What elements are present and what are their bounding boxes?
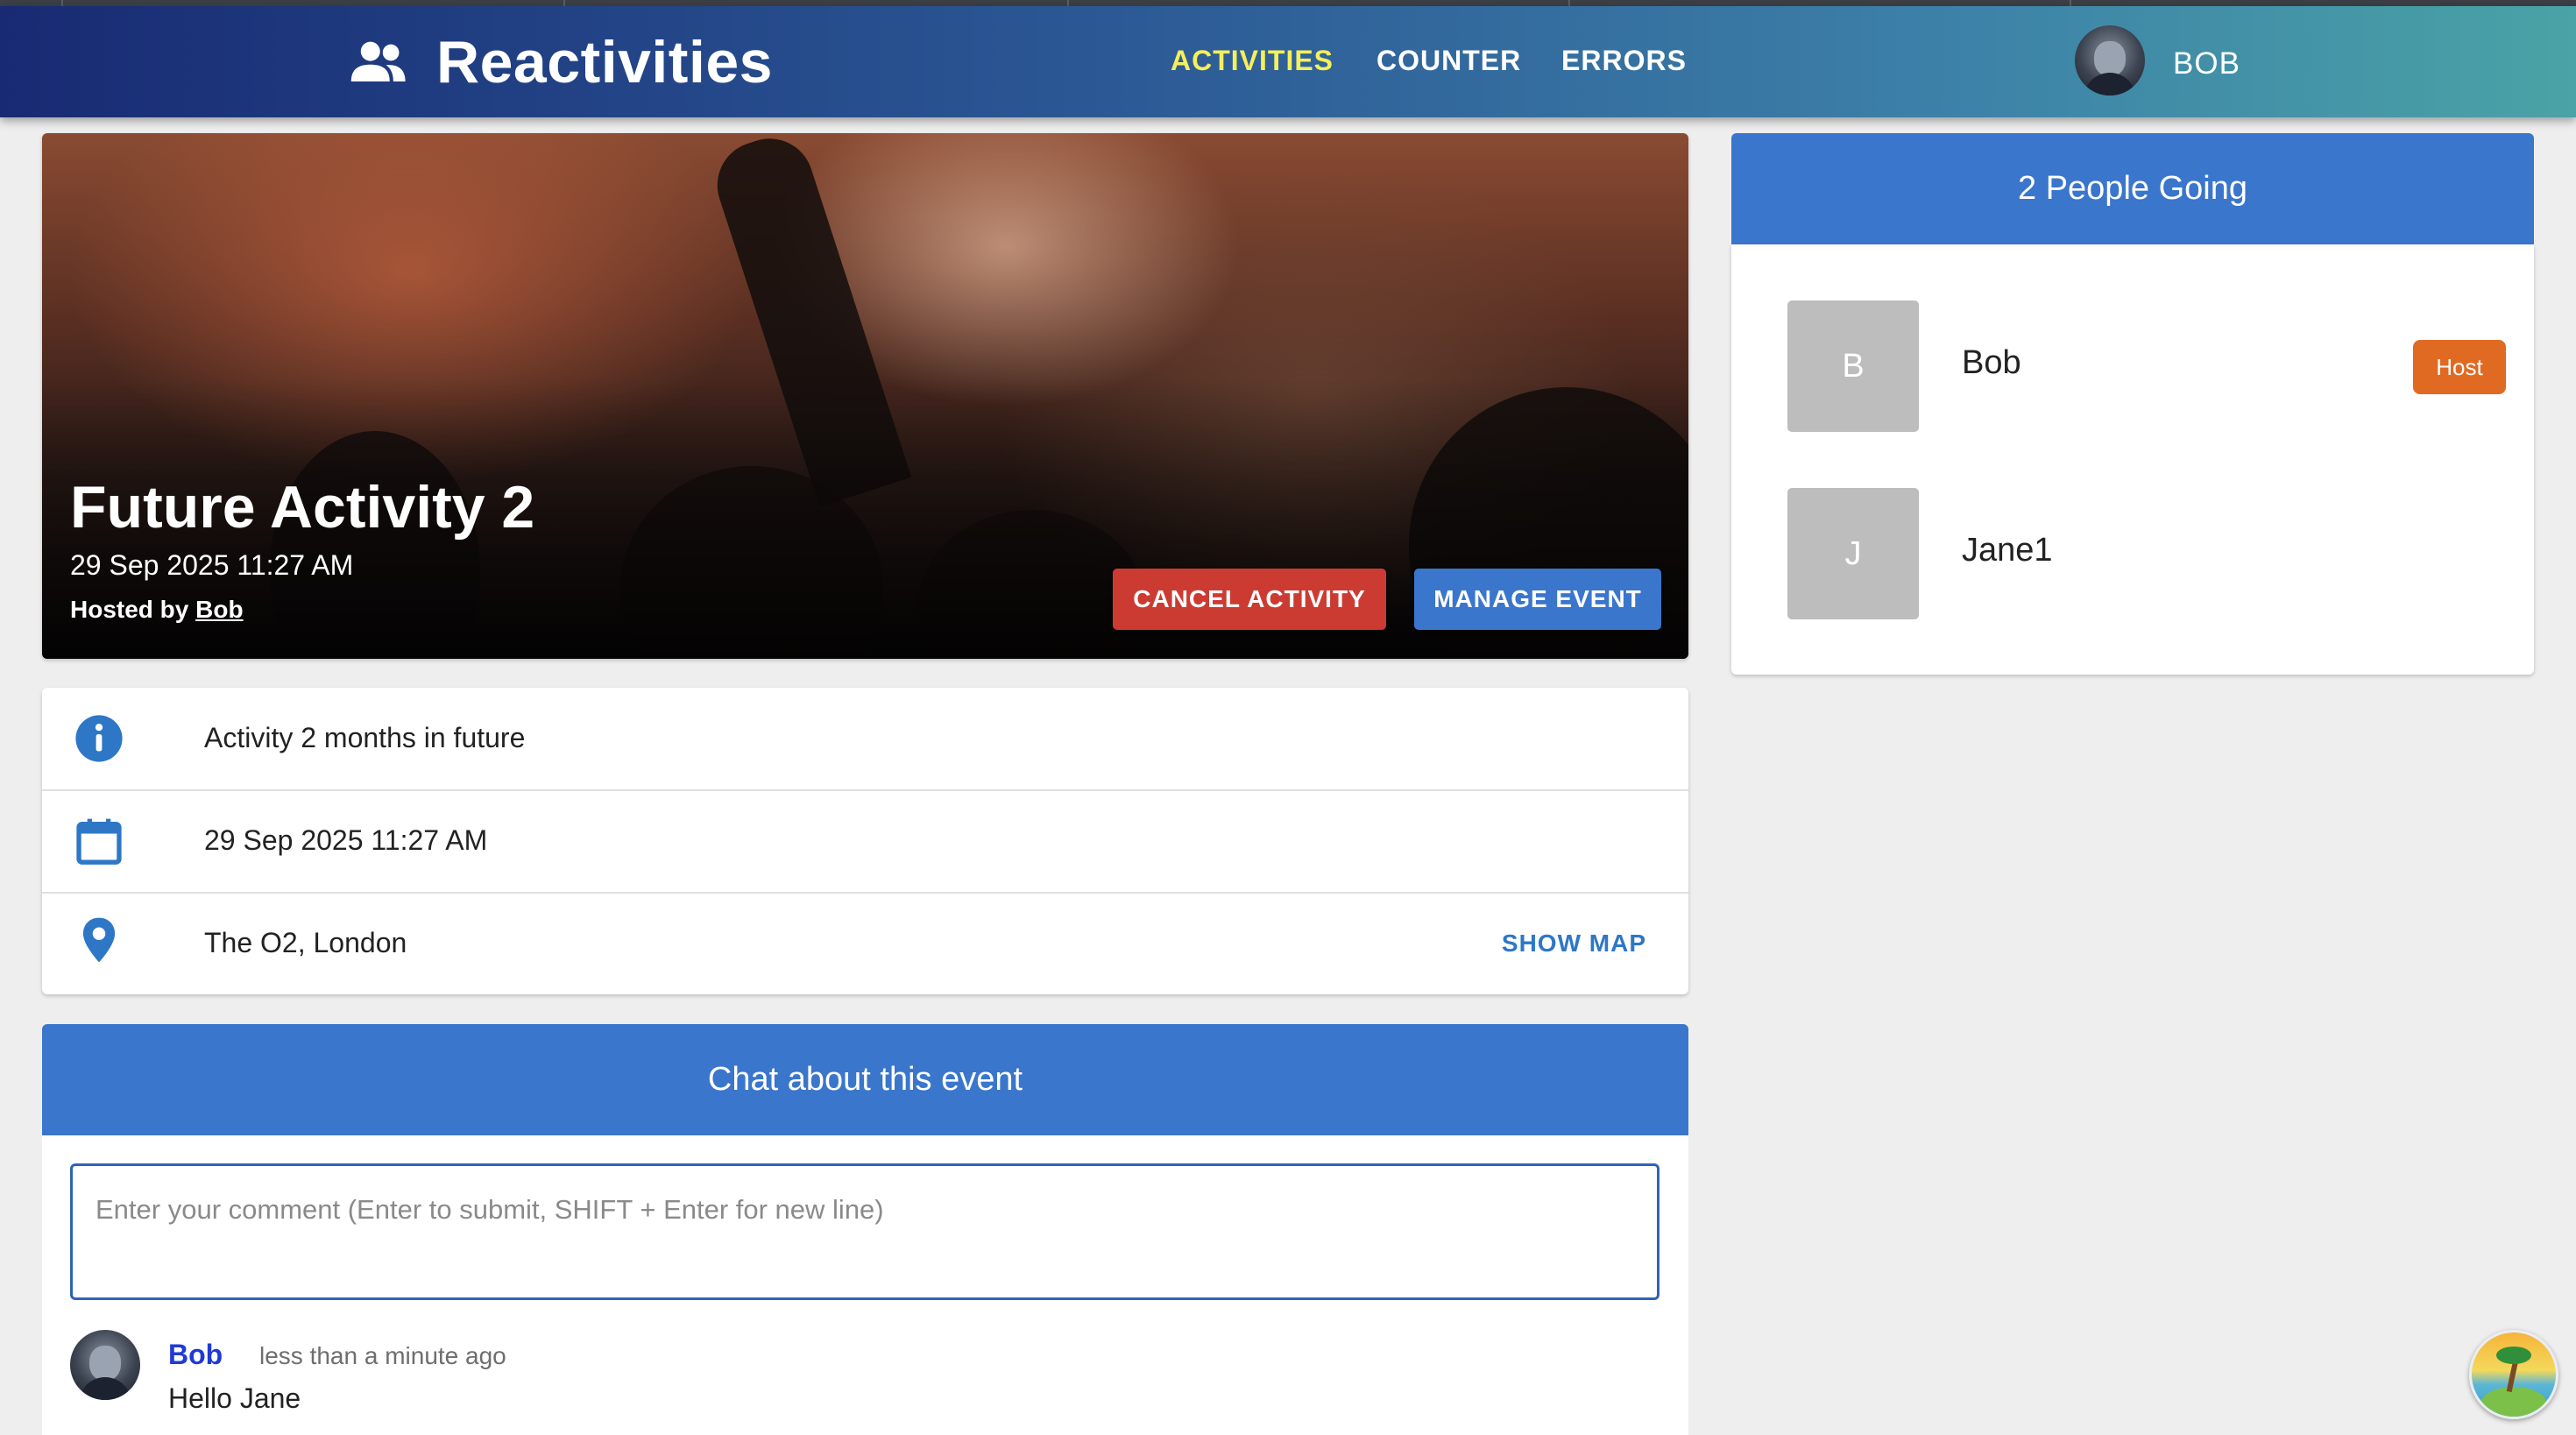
nav-errors[interactable]: ERRORS — [1561, 45, 1687, 77]
activity-date: 29 Sep 2025 11:27 AM — [70, 549, 354, 581]
tab-separator — [1067, 0, 1069, 6]
tab-separator — [61, 0, 63, 6]
comment-placeholder: Enter your comment (Enter to submit, SHI… — [96, 1194, 884, 1225]
user-menu[interactable]: BOB — [2173, 46, 2240, 81]
detail-row-date: 29 Sep 2025 11:27 AM — [42, 790, 1688, 894]
attendee-name-link[interactable]: Bob — [1962, 344, 2021, 382]
activity-venue: The O2, London — [204, 927, 407, 958]
tab-separator — [2070, 0, 2071, 6]
attendee-name-link[interactable]: Jane1 — [1962, 532, 2053, 569]
top-navbar: Reactivities ACTIVITIES COUNTER ERRORS B… — [0, 6, 2576, 117]
attendee-avatar: J — [1787, 488, 1919, 619]
chat-panel: Enter your comment (Enter to submit, SHI… — [42, 1135, 1688, 1435]
attendees-list: B Bob Host J Jane1 — [1731, 244, 2534, 675]
show-map-button[interactable]: SHOW MAP — [1502, 930, 1646, 958]
hosted-by: Hosted by Bob — [70, 596, 244, 624]
comment-timestamp: less than a minute ago — [259, 1342, 506, 1369]
comment-author-link[interactable]: Bob — [168, 1339, 223, 1371]
floating-extension-button[interactable] — [2469, 1330, 2558, 1419]
detail-row-description: Activity 2 months in future — [42, 688, 1688, 791]
calendar-icon — [76, 818, 122, 865]
user-avatar[interactable] — [2075, 25, 2145, 95]
cancel-activity-button[interactable]: CANCEL ACTIVITY — [1113, 569, 1386, 630]
attendee-avatar: B — [1787, 300, 1919, 432]
comment-input[interactable]: Enter your comment (Enter to submit, SHI… — [70, 1163, 1660, 1300]
activity-description: Activity 2 months in future — [204, 722, 526, 753]
map-pin-icon — [82, 917, 116, 963]
activity-details-card: Activity 2 months in future 29 Sep 2025 … — [42, 688, 1688, 994]
hosted-by-prefix: Hosted by — [70, 596, 196, 623]
host-badge: Host — [2413, 340, 2506, 394]
attendees-header: 2 People Going — [1731, 133, 2534, 244]
activity-header-card: Future Activity 2 29 Sep 2025 11:27 AM H… — [42, 133, 1688, 659]
activity-title: Future Activity 2 — [70, 474, 535, 541]
activity-detail-date: 29 Sep 2025 11:27 AM — [204, 824, 488, 856]
tab-separator — [563, 0, 565, 6]
brand-title: Reactivities — [436, 29, 773, 95]
chat-header: Chat about this event — [42, 1024, 1688, 1135]
info-icon — [75, 715, 123, 762]
host-profile-link[interactable]: Bob — [195, 596, 243, 623]
brand-link[interactable]: Reactivities — [349, 29, 773, 95]
comment-avatar — [70, 1330, 140, 1400]
nav-activities[interactable]: ACTIVITIES — [1171, 45, 1334, 77]
users-icon — [350, 41, 406, 81]
tab-separator — [1568, 0, 1570, 6]
detail-row-venue: The O2, London SHOW MAP — [42, 893, 1688, 994]
nav-counter[interactable]: COUNTER — [1376, 45, 1521, 77]
manage-event-button[interactable]: MANAGE EVENT — [1414, 569, 1661, 630]
browser-tab-strip — [0, 0, 2576, 6]
comment-text: Hello Jane — [168, 1382, 301, 1414]
